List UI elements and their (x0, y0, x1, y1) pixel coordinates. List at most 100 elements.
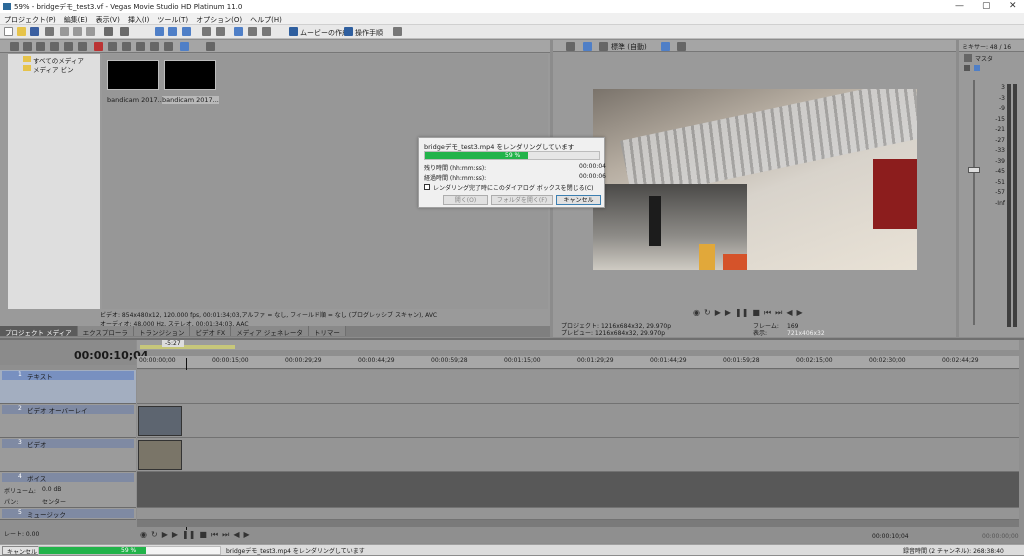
menu-project[interactable]: プロジェクト(P) (0, 13, 60, 25)
properties-icon[interactable] (78, 42, 87, 51)
lane-video-overlay[interactable] (137, 404, 1019, 438)
make-movie-button[interactable]: ムービーの作成 (300, 28, 349, 38)
close-on-complete-checkbox[interactable] (424, 184, 430, 190)
master-properties-icon[interactable] (964, 54, 972, 62)
new-icon[interactable] (4, 27, 13, 36)
normal-edit-tool-icon[interactable] (155, 27, 164, 36)
loop-region-bar[interactable]: -5:27 (137, 340, 1019, 350)
stop-icon[interactable]: ■ (752, 308, 760, 317)
media-fx-icon[interactable] (64, 42, 73, 51)
cancel-render-button[interactable]: キャンセル (556, 195, 601, 205)
envelope-tool-icon[interactable] (168, 27, 177, 36)
video-event[interactable] (138, 440, 182, 470)
play-icon[interactable] (164, 42, 173, 51)
mark-out-icon[interactable] (150, 42, 159, 51)
media-thumbnail[interactable] (164, 60, 216, 90)
undo-icon[interactable] (104, 27, 113, 36)
go-to-end-icon[interactable]: ⏭ (222, 530, 229, 540)
external-monitor-icon[interactable] (583, 42, 592, 51)
minimize-button[interactable]: — (955, 1, 964, 11)
tab-media-generators[interactable]: メディア ジェネレータ (231, 326, 309, 337)
timeline-scrollbar[interactable] (137, 520, 1019, 527)
cut-icon[interactable] (60, 27, 69, 36)
redo-icon[interactable] (120, 27, 129, 36)
copy-snapshot-icon[interactable] (677, 42, 686, 51)
render-icon[interactable] (45, 27, 54, 36)
ripple-icon[interactable] (234, 27, 243, 36)
delete-icon[interactable] (94, 42, 103, 51)
maximize-button[interactable]: ▢ (982, 1, 991, 11)
tab-project-media[interactable]: プロジェクト メディア (0, 326, 78, 337)
record-icon[interactable]: ◉ (140, 530, 147, 539)
search-icon[interactable] (206, 42, 215, 51)
menu-edit[interactable]: 編集(E) (60, 13, 92, 25)
stop-icon[interactable]: ■ (199, 530, 207, 539)
mute-icon[interactable] (974, 65, 980, 71)
play-from-start-icon[interactable]: ▶ (162, 530, 168, 539)
paste-icon[interactable] (86, 27, 95, 36)
next-frame-icon[interactable]: ▶ (244, 530, 250, 539)
preview-quality-select[interactable]: 標準 (自動) (611, 42, 647, 52)
go-to-start-icon[interactable]: ⏮ (764, 308, 771, 318)
show-me-how-icon[interactable] (393, 27, 402, 36)
video-event[interactable] (138, 406, 182, 436)
split-screen-icon[interactable] (599, 42, 608, 51)
track-header-text[interactable]: テキスト 1 (0, 370, 136, 404)
guide-button[interactable]: 操作手順 (355, 28, 383, 38)
go-to-start-icon[interactable]: ⏮ (211, 530, 218, 540)
play-from-start-icon[interactable]: ▶ (715, 308, 721, 317)
import-icon[interactable] (10, 42, 19, 51)
loop-icon[interactable]: ↻ (704, 308, 711, 317)
fx-icon[interactable] (964, 65, 970, 71)
capture-icon[interactable] (23, 42, 32, 51)
track-header-music[interactable]: ミュージック 5 (0, 508, 136, 520)
tab-transitions[interactable]: トランジション (133, 326, 191, 337)
menu-options[interactable]: オプション(O) (192, 13, 246, 25)
time-ruler[interactable]: 00:00:00;00 00:00:15;00 00:00:29;29 00:00:4… (137, 356, 1019, 369)
play-icon[interactable]: ▶ (172, 530, 178, 539)
lane-video[interactable] (137, 438, 1019, 472)
get-photos-icon[interactable] (36, 42, 45, 51)
media-thumbnail[interactable] (107, 60, 159, 90)
mark-in-icon[interactable] (136, 42, 145, 51)
open-button[interactable]: 開く(O) (443, 195, 488, 205)
lane-text[interactable] (137, 370, 1019, 404)
go-to-end-icon[interactable]: ⏭ (775, 308, 782, 318)
lane-voice[interactable] (137, 472, 1019, 508)
save-icon[interactable] (30, 27, 39, 36)
track-header-video[interactable]: ビデオ 3 (0, 438, 136, 472)
tree-item-media-bin[interactable]: メディア ビン (33, 64, 74, 74)
remove-unused-icon[interactable] (50, 42, 59, 51)
menu-help[interactable]: ヘルプ(H) (246, 13, 286, 25)
zoom-tool-icon[interactable] (202, 27, 211, 36)
menu-tools[interactable]: ツール(T) (153, 13, 192, 25)
close-button[interactable]: ✕ (1009, 1, 1017, 11)
auto-crossfade-icon[interactable] (262, 27, 271, 36)
track-header-voice[interactable]: ボイス 4 ボリューム: 0.0 dB パン: センター (0, 472, 136, 508)
loop-icon[interactable]: ↻ (151, 530, 158, 539)
pause-icon[interactable]: ❚❚ (735, 308, 748, 317)
status-cancel-button[interactable]: キャンセル (2, 546, 43, 556)
next-frame-icon[interactable]: ▶ (797, 308, 803, 317)
master-fader[interactable] (968, 167, 980, 173)
preview-properties-icon[interactable] (566, 42, 575, 51)
tab-explorer[interactable]: エクスプローラ (77, 326, 134, 337)
open-icon[interactable] (17, 27, 26, 36)
lock-icon[interactable] (248, 27, 257, 36)
play-icon[interactable]: ▶ (725, 308, 731, 317)
tab-trimmer[interactable]: トリマー (308, 326, 346, 337)
track-header-video-overlay[interactable]: ビデオ オーバーレイ 2 (0, 404, 136, 438)
prev-frame-icon[interactable]: ◀ (233, 530, 239, 539)
copy-icon[interactable] (73, 27, 82, 36)
menu-view[interactable]: 表示(V) (92, 13, 124, 25)
menu-insert[interactable]: 挿入(I) (124, 13, 154, 25)
open-folder-button[interactable]: フォルダを開く(F) (491, 195, 553, 205)
make-movie-icon[interactable] (289, 27, 298, 36)
lane-music[interactable] (137, 508, 1019, 520)
refresh-icon[interactable] (108, 42, 117, 51)
prev-frame-icon[interactable]: ◀ (786, 308, 792, 317)
overlays-icon[interactable] (661, 42, 670, 51)
media-tags-icon[interactable] (122, 42, 131, 51)
pause-icon[interactable]: ❚❚ (182, 530, 195, 539)
views-icon[interactable] (180, 42, 189, 51)
